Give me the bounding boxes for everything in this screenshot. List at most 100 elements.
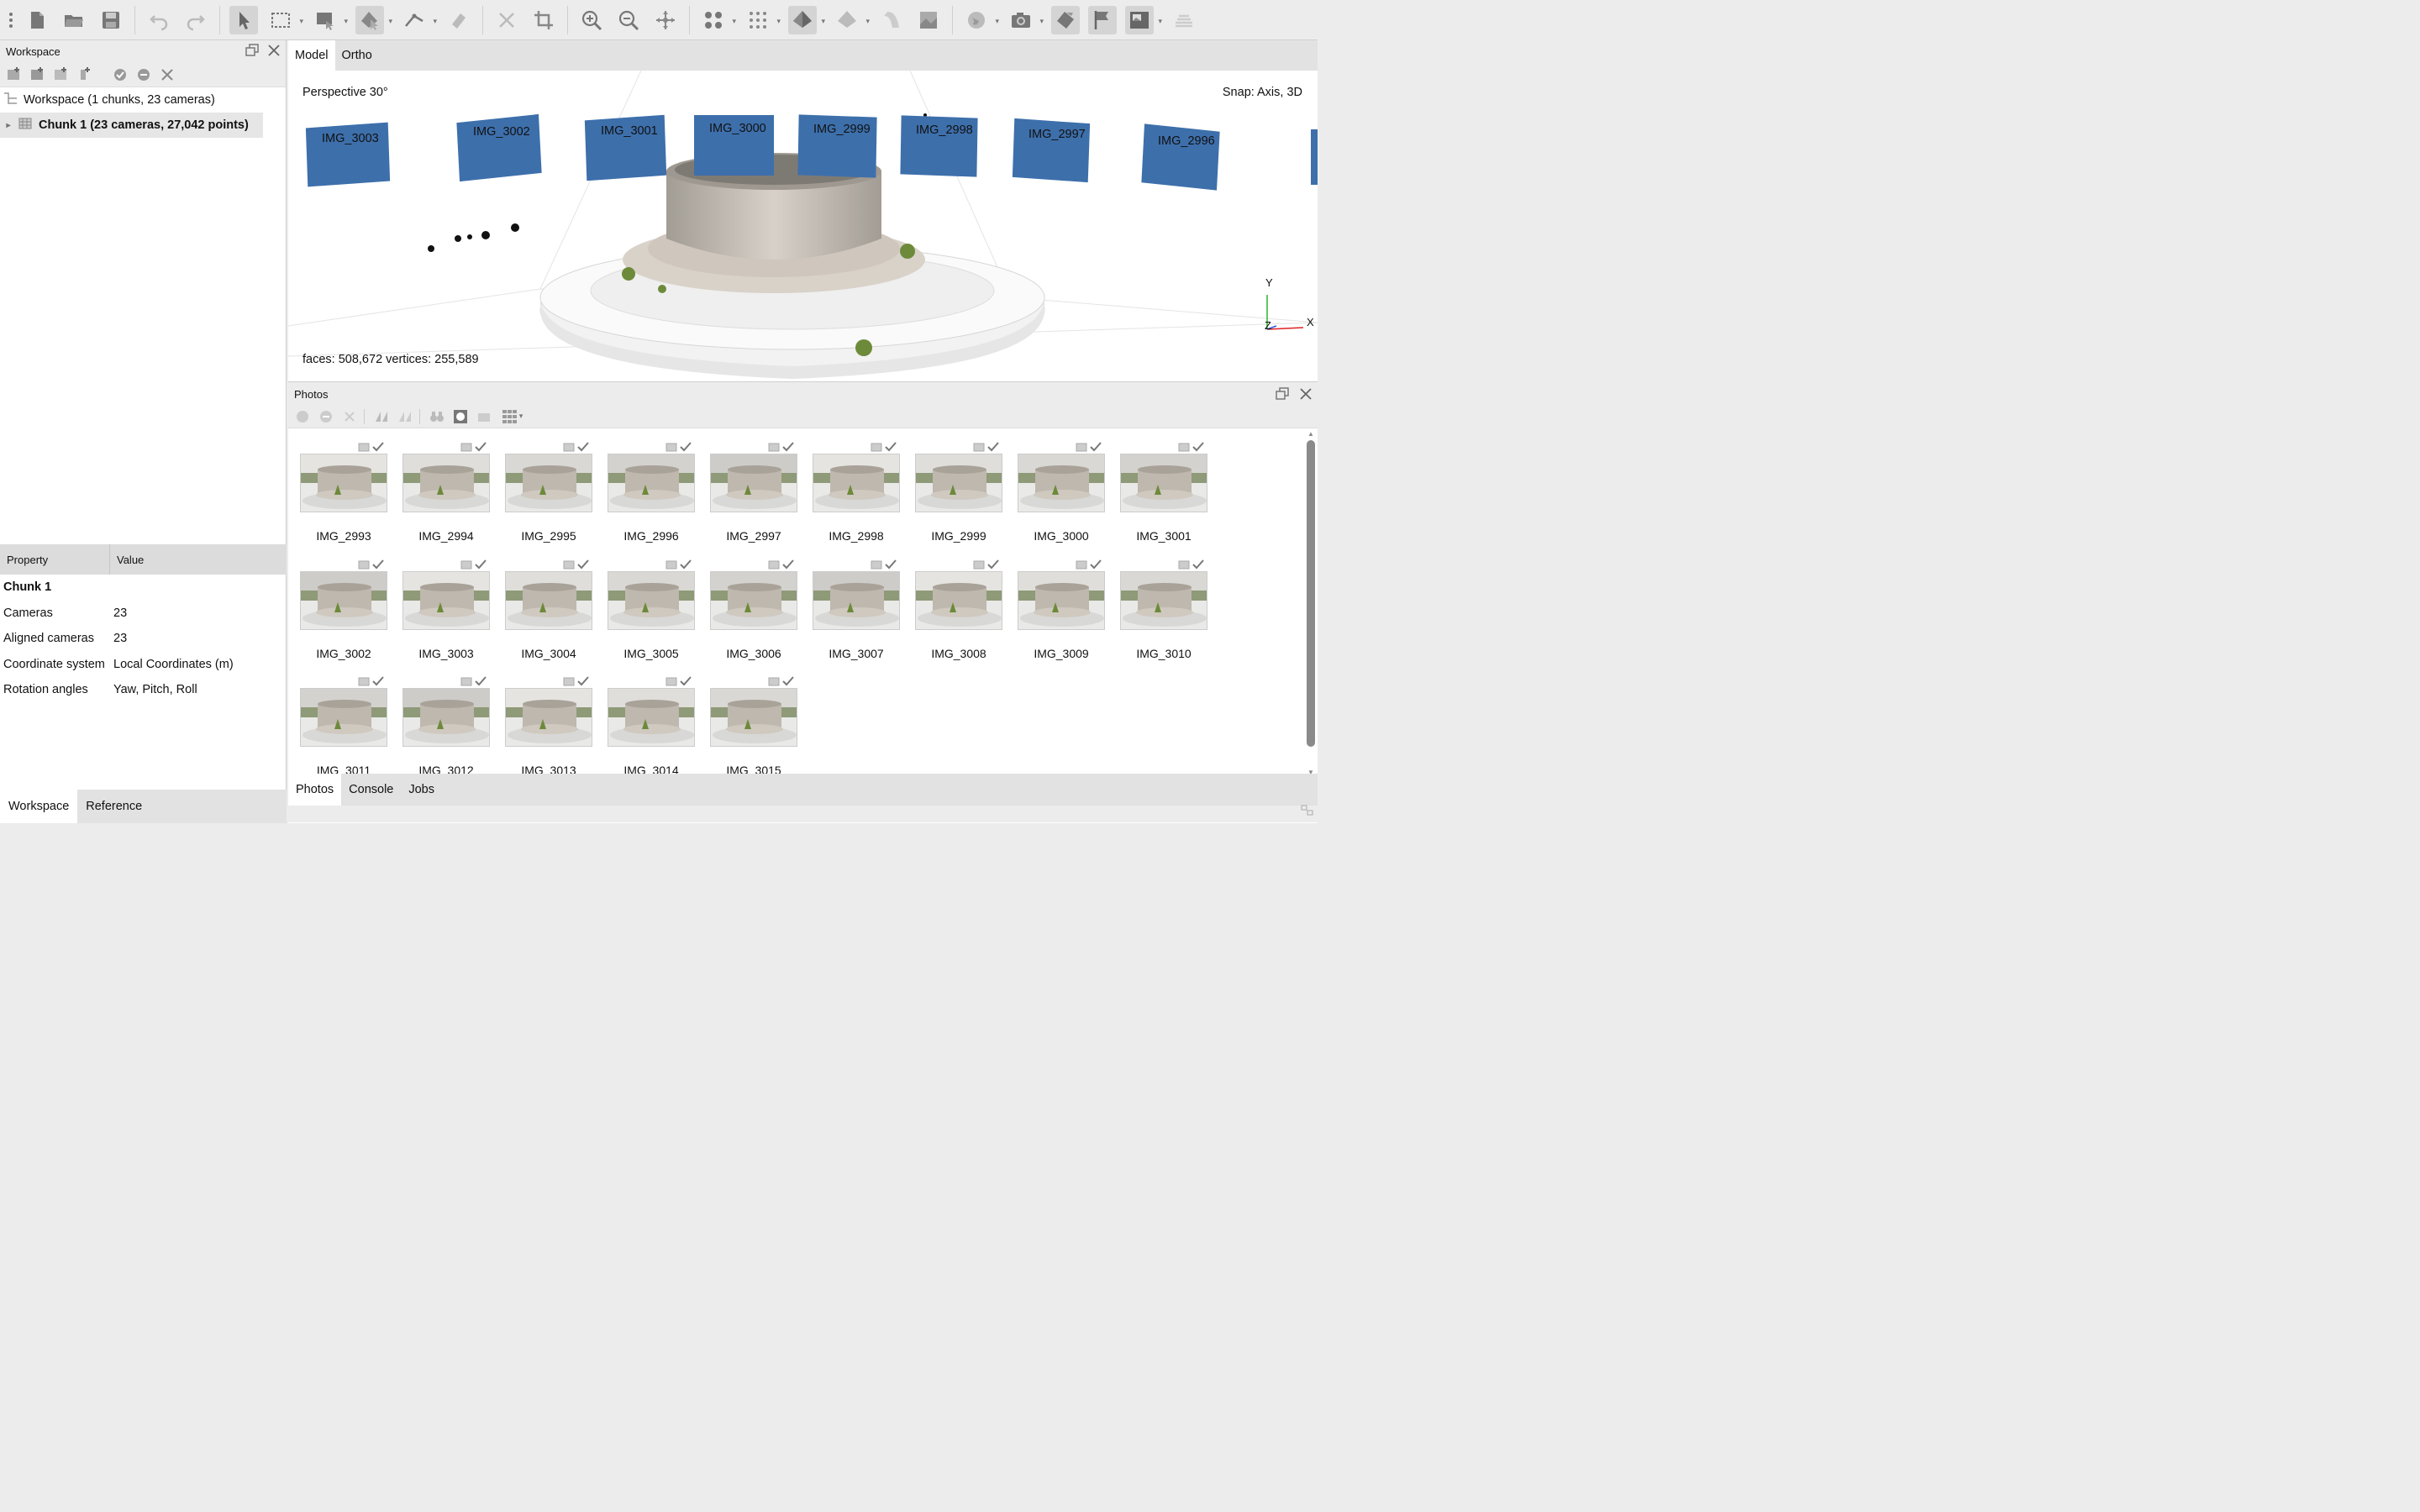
enable-icon[interactable] (111, 66, 129, 84)
photo-label: IMG_2995 (521, 529, 576, 543)
undock-icon[interactable] (1276, 387, 1289, 403)
rotate-left-icon[interactable] (372, 407, 391, 426)
viewport-tabs: Model Ortho (288, 40, 1318, 71)
mask-mode-icon[interactable] (475, 407, 493, 426)
photo-thumbnail[interactable]: IMG_3007 (801, 559, 903, 676)
photo-thumbnail[interactable]: IMG_3012 (391, 676, 493, 774)
new-document-icon[interactable] (23, 6, 51, 34)
resize-grip-icon[interactable] (1301, 805, 1314, 819)
photo-thumbnail[interactable]: IMG_2996 (596, 442, 698, 559)
photo-label: IMG_2994 (418, 529, 474, 543)
shapes-icon[interactable] (1051, 5, 1080, 34)
wireframe-icon[interactable]: ▾ (833, 6, 870, 34)
binoculars-icon[interactable] (428, 407, 446, 426)
enable-icon[interactable] (293, 407, 312, 426)
photo-thumbnail[interactable]: IMG_3015 (698, 676, 801, 774)
image-icon[interactable]: ▾ (1125, 5, 1162, 34)
tab-ortho[interactable]: Ortho (335, 40, 379, 71)
open-folder-icon[interactable] (60, 6, 88, 34)
close-icon[interactable] (267, 44, 281, 60)
ruler-icon[interactable]: ▾ (400, 6, 437, 34)
mask-icon[interactable] (451, 407, 470, 426)
model-icon[interactable]: ▾ (788, 5, 825, 34)
add-chunk-icon[interactable] (5, 66, 24, 84)
rotate-right-icon[interactable] (396, 407, 414, 426)
crop-icon[interactable] (529, 6, 558, 34)
draw-shape-icon[interactable]: ▾ (311, 6, 348, 34)
photo-thumbnail[interactable]: IMG_2997 (698, 442, 801, 559)
close-icon[interactable] (1299, 387, 1313, 403)
camera-plane[interactable] (456, 113, 542, 182)
add-photos-icon[interactable] (29, 66, 47, 84)
view-grid-icon[interactable]: ▾ (498, 407, 527, 426)
dense-points-icon[interactable]: ▾ (744, 6, 781, 34)
photo-thumbnail[interactable]: IMG_3009 (1006, 559, 1108, 676)
disable-icon[interactable] (317, 407, 335, 426)
globe-icon[interactable]: ▾ (962, 6, 999, 34)
image-flag-icon (1178, 443, 1190, 452)
photo-thumbnail[interactable]: IMG_2995 (493, 442, 596, 559)
redo-icon[interactable] (182, 6, 210, 34)
photo-status (871, 442, 897, 452)
expand-arrow-icon[interactable]: ▸ (0, 121, 17, 130)
photo-thumbnail[interactable]: IMG_2998 (801, 442, 903, 559)
photo-thumbnail[interactable]: IMG_3003 (391, 559, 493, 676)
delete-icon[interactable] (492, 6, 521, 34)
undo-icon[interactable] (145, 6, 173, 34)
texture-icon[interactable] (914, 6, 943, 34)
tab-model[interactable]: Model (288, 40, 335, 71)
chunk-item[interactable]: ▸ Chunk 1 (23 cameras, 27,042 points) (0, 113, 263, 138)
value-column-header[interactable]: Value (110, 554, 144, 566)
zoom-in-icon[interactable] (577, 6, 606, 34)
photos-scrollbar[interactable]: ▲ ▼ (1304, 430, 1316, 776)
photo-thumbnail[interactable]: IMG_3004 (493, 559, 596, 676)
layers-icon[interactable] (1170, 6, 1198, 34)
remove-icon[interactable] (158, 66, 176, 84)
rectangle-select-icon[interactable]: ▾ (266, 6, 303, 34)
tab-console[interactable]: Console (341, 774, 401, 806)
camera-plane[interactable] (1311, 129, 1318, 185)
photo-thumbnail[interactable]: IMG_3008 (903, 559, 1006, 676)
aligned-check-icon (1192, 559, 1204, 569)
camera-icon[interactable]: ▾ (1007, 6, 1044, 34)
remove-icon[interactable] (340, 407, 359, 426)
tab-photos[interactable]: Photos (288, 774, 342, 806)
workspace-root-item[interactable]: Workspace (1 chunks, 23 cameras) (0, 87, 286, 113)
flag-icon[interactable] (1088, 5, 1117, 34)
toolbar-separator (567, 5, 568, 34)
move-icon[interactable] (651, 6, 680, 34)
photo-thumbnail[interactable]: IMG_2993 (288, 442, 391, 559)
photo-thumbnail[interactable]: IMG_2994 (391, 442, 493, 559)
photo-status (563, 559, 589, 570)
add-scalebar-icon[interactable] (76, 66, 94, 84)
undock-icon[interactable] (245, 44, 259, 60)
photo-thumbnail[interactable]: IMG_3014 (596, 676, 698, 774)
tiled-icon[interactable] (877, 6, 906, 34)
photo-thumbnail[interactable]: IMG_3002 (288, 559, 391, 676)
photo-thumbnail[interactable]: IMG_2999 (903, 442, 1006, 559)
navigate-icon[interactable]: ▾ (355, 5, 392, 34)
photo-thumbnail[interactable]: IMG_3013 (493, 676, 596, 774)
photo-thumbnail[interactable]: IMG_3011 (288, 676, 391, 774)
disable-icon[interactable] (134, 66, 153, 84)
photo-thumbnail[interactable]: IMG_3010 (1108, 559, 1211, 676)
aligned-check-icon (475, 442, 487, 452)
property-column-header[interactable]: Property (0, 544, 110, 575)
photo-thumbnail[interactable]: IMG_3000 (1006, 442, 1108, 559)
tab-reference[interactable]: Reference (77, 790, 150, 823)
add-marker-icon[interactable] (52, 66, 71, 84)
photo-thumbnail[interactable]: IMG_3005 (596, 559, 698, 676)
zoom-out-icon[interactable] (614, 6, 643, 34)
save-icon[interactable] (97, 6, 125, 34)
image-flag-icon (460, 560, 472, 569)
eraser-icon[interactable] (445, 6, 473, 34)
scrollbar-thumb[interactable] (1307, 440, 1315, 747)
tab-workspace[interactable]: Workspace (0, 790, 78, 823)
tab-jobs[interactable]: Jobs (401, 774, 442, 806)
photo-thumbnail[interactable]: IMG_3006 (698, 559, 801, 676)
points-icon[interactable]: ▾ (699, 6, 736, 34)
photo-thumbnail[interactable]: IMG_3001 (1108, 442, 1211, 559)
3d-scene[interactable]: IMG_3003 IMG_3002 IMG_3001 IMG_3000 IMG_2999… (288, 71, 1318, 382)
pointer-icon[interactable] (229, 5, 258, 34)
more-icon[interactable] (5, 6, 17, 34)
